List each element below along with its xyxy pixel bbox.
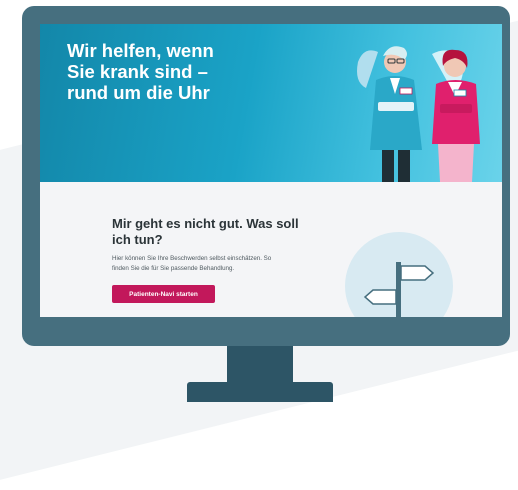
section-description: Hier können Sie Ihre Beschwerden selbst … — [112, 254, 342, 274]
self-assessment-section: Mir geht es nicht gut. Was soll ich tun?… — [40, 182, 502, 317]
headline-line: ich tun? — [112, 232, 163, 247]
section-headline: Mir geht es nicht gut. Was soll ich tun? — [112, 216, 332, 248]
monitor-stand-neck — [227, 342, 293, 384]
hero-title-line: Sie krank sind – — [67, 61, 208, 82]
patienten-navi-button[interactable]: Patienten-Navi starten — [112, 285, 215, 303]
hero-title-line: rund um die Uhr — [67, 82, 210, 103]
monitor-stand-base — [187, 382, 333, 402]
description-line: finden Sie die für Sie passende Behandlu… — [112, 265, 235, 272]
headline-line: Mir geht es nicht gut. Was soll — [112, 216, 299, 231]
signpost-icon — [363, 262, 435, 317]
hero-title: Wir helfen, wenn Sie krank sind – rund u… — [67, 40, 297, 103]
hero-banner: Wir helfen, wenn Sie krank sind – rund u… — [40, 24, 502, 182]
doctors-illustration — [357, 46, 480, 182]
description-line: Hier können Sie Ihre Beschwerden selbst … — [112, 255, 272, 262]
hero-title-line: Wir helfen, wenn — [67, 40, 214, 61]
monitor-screen: Wir helfen, wenn Sie krank sind – rund u… — [40, 24, 502, 317]
